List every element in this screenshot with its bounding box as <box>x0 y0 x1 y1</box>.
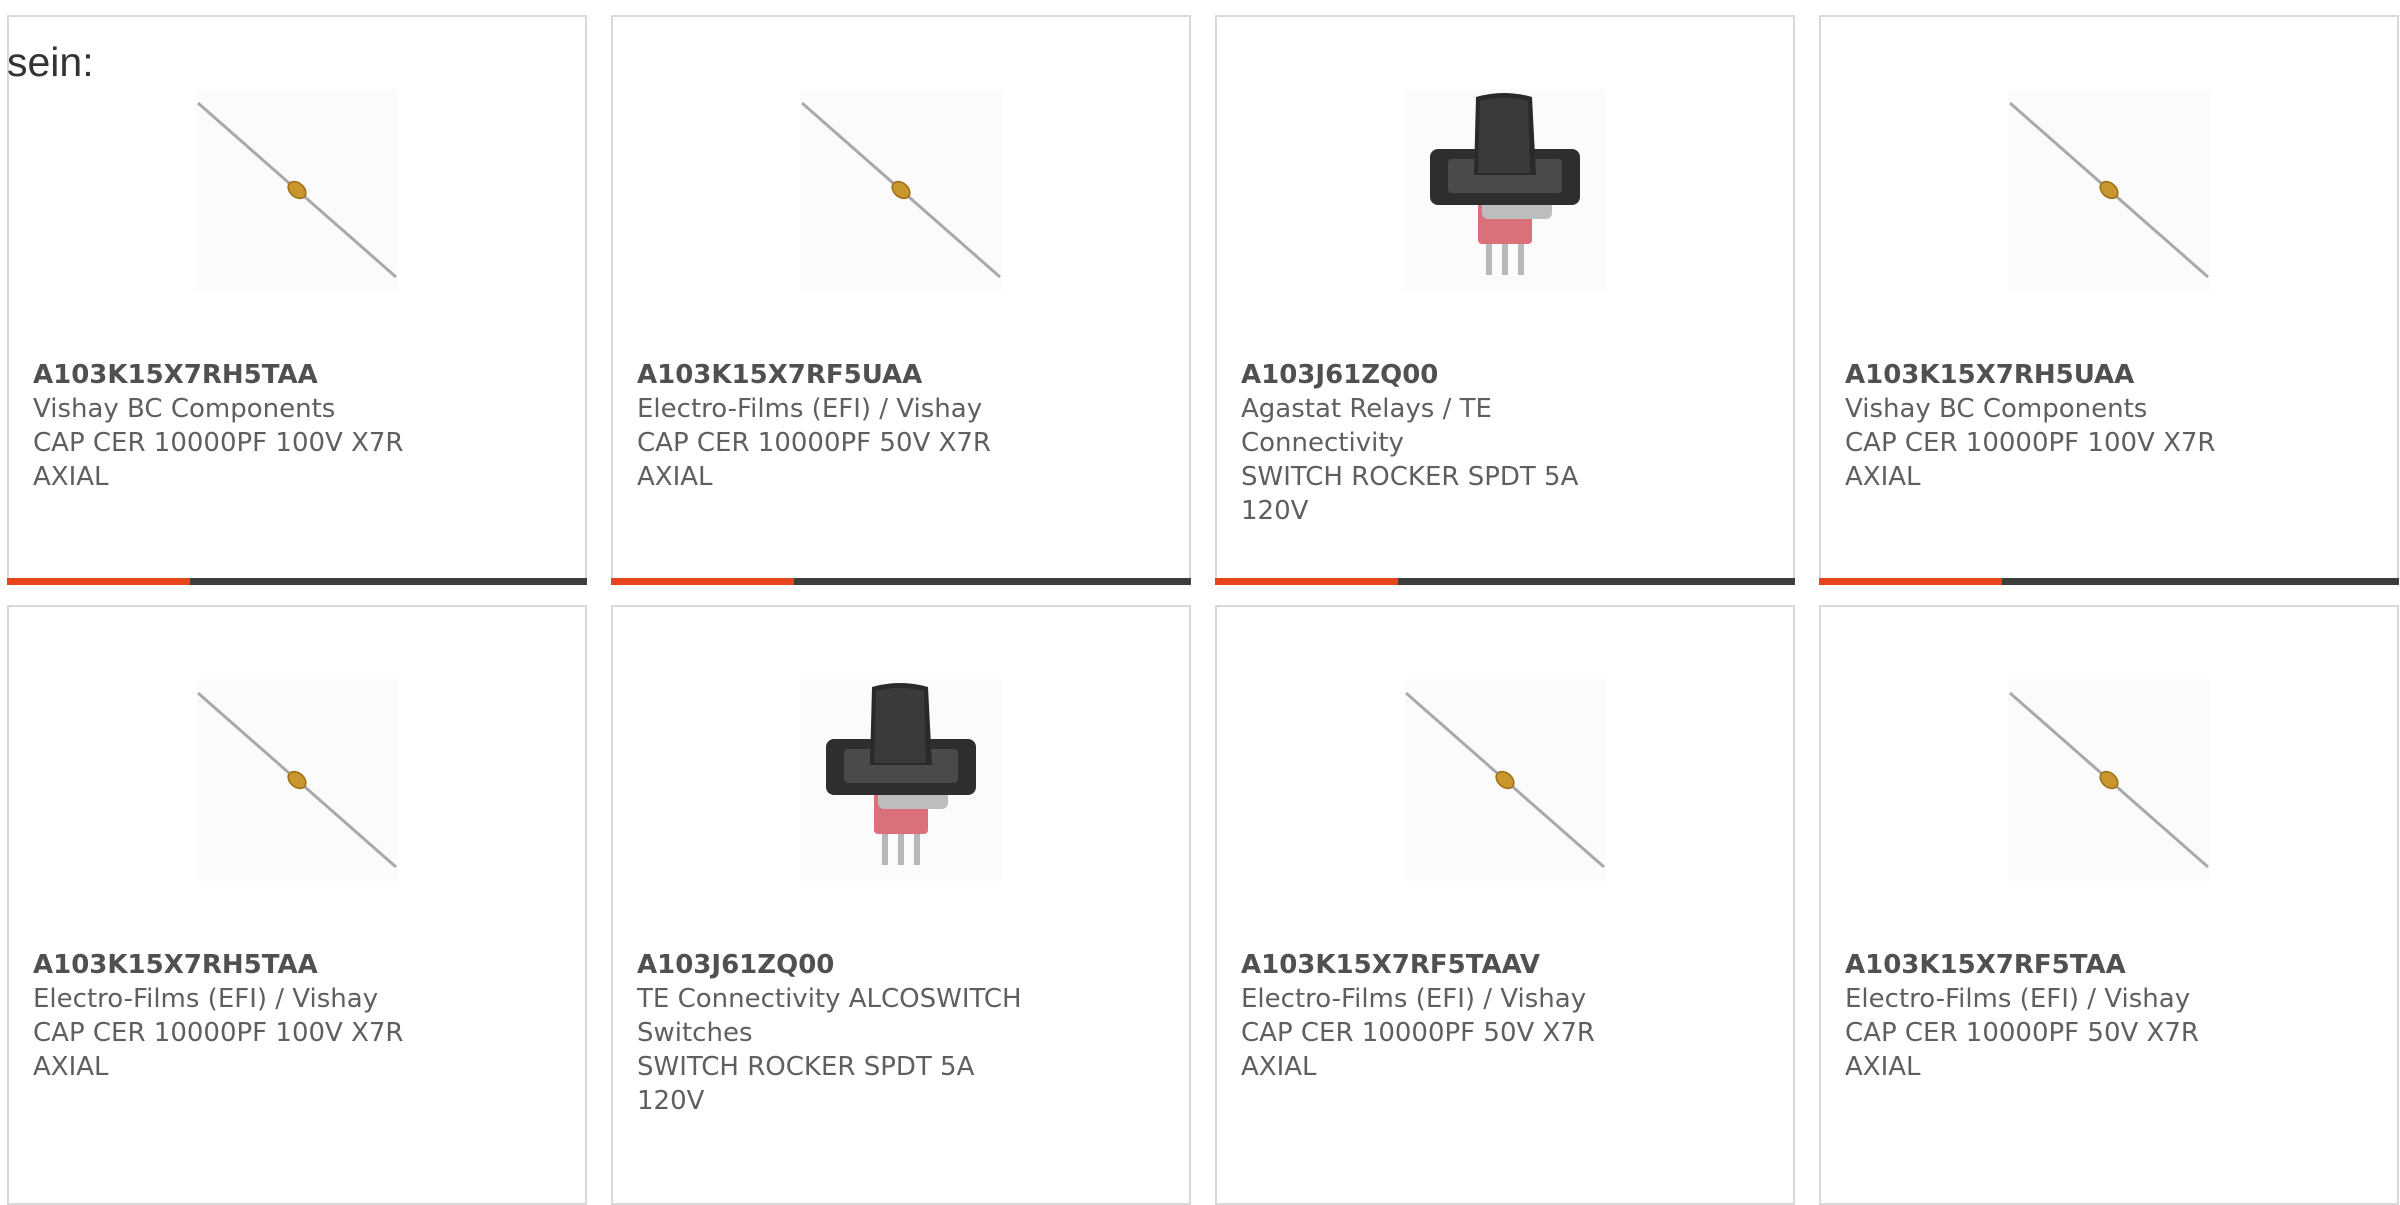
part-number-link[interactable]: A103K15X7RF5TAAV <box>1241 948 1641 982</box>
card-footer-bar <box>611 578 1191 585</box>
card-accent-bar <box>7 578 190 585</box>
manufacturer-label: TE Connectivity ALCOSWITCH <box>637 984 1022 1014</box>
card-accent-bar <box>1819 578 2002 585</box>
description-line: AXIAL <box>1845 462 1921 492</box>
product-card[interactable]: A103K15X7RH5TAA Vishay BC Components CAP… <box>7 15 587 585</box>
description-line: AXIAL <box>33 1052 109 1082</box>
part-number-link[interactable]: A103K15X7RF5UAA <box>637 358 1037 392</box>
manufacturer-label: Vishay BC Components <box>1845 394 2148 424</box>
capacitor-axial-image[interactable] <box>1404 679 1606 881</box>
card-accent-bar <box>611 578 794 585</box>
product-info: A103K15X7RF5UAA Electro-Films (EFI) / Vi… <box>637 358 1037 494</box>
product-card[interactable]: A103J61ZQ00 TE Connectivity ALCOSWITCH S… <box>611 605 1191 1205</box>
card-accent-bar <box>1215 578 1398 585</box>
product-info: A103J61ZQ00 Agastat Relays / TE Connecti… <box>1241 358 1641 528</box>
capacitor-axial-image[interactable] <box>800 89 1002 291</box>
manufacturer-label: Electro-Films (EFI) / Vishay <box>637 394 983 424</box>
description-line: CAP CER 10000PF 50V X7R AXIAL <box>637 428 991 492</box>
card-footer-bar <box>7 578 587 585</box>
product-card[interactable]: A103K15X7RF5TAAV Electro-Films (EFI) / V… <box>1215 605 1795 1205</box>
description-line: Switches <box>637 1018 753 1048</box>
product-info: A103K15X7RH5TAA Electro-Films (EFI) / Vi… <box>33 948 433 1084</box>
description-line: CAP CER 10000PF 100V X7R <box>33 1018 404 1048</box>
product-info: A103K15X7RF5TAAV Electro-Films (EFI) / V… <box>1241 948 1641 1084</box>
rocker-switch-image[interactable] <box>800 679 1002 881</box>
description-line: AXIAL <box>33 462 109 492</box>
manufacturer-label: Vishay BC Components <box>33 394 336 424</box>
capacitor-axial-image[interactable] <box>196 679 398 881</box>
part-number-link[interactable]: A103K15X7RF5TAA <box>1845 948 2245 982</box>
product-info: A103K15X7RF5TAA Electro-Films (EFI) / Vi… <box>1845 948 2245 1084</box>
part-number-link[interactable]: A103J61ZQ00 <box>1241 358 1641 392</box>
description-line: CAP CER 10000PF 100V X7R <box>33 428 404 458</box>
intro-text: sein: <box>7 39 94 85</box>
product-info: A103K15X7RH5TAA Vishay BC Components CAP… <box>33 358 433 494</box>
product-info: A103K15X7RH5UAA Vishay BC Components CAP… <box>1845 358 2245 494</box>
part-number-link[interactable]: A103K15X7RH5TAA <box>33 948 433 982</box>
part-number-link[interactable]: A103K15X7RH5TAA <box>33 358 433 392</box>
part-number-link[interactable]: A103K15X7RH5UAA <box>1845 358 2245 392</box>
part-number-link[interactable]: A103J61ZQ00 <box>637 948 1037 982</box>
product-card[interactable]: A103K15X7RF5UAA Electro-Films (EFI) / Vi… <box>611 15 1191 585</box>
product-info: A103J61ZQ00 TE Connectivity ALCOSWITCH S… <box>637 948 1037 1118</box>
description-line: CAP CER 10000PF 50V X7R AXIAL <box>1845 1018 2199 1082</box>
manufacturer-label: Electro-Films (EFI) / Vishay <box>1845 984 2191 1014</box>
description-line: CAP CER 10000PF 50V X7R AXIAL <box>1241 1018 1595 1082</box>
product-card[interactable]: A103J61ZQ00 Agastat Relays / TE Connecti… <box>1215 15 1795 585</box>
capacitor-axial-image[interactable] <box>196 89 398 291</box>
product-card[interactable]: A103K15X7RF5TAA Electro-Films (EFI) / Vi… <box>1819 605 2399 1205</box>
capacitor-axial-image[interactable] <box>2008 679 2210 881</box>
description-line: SWITCH ROCKER SPDT 5A 120V <box>637 1052 975 1116</box>
description-line: SWITCH ROCKER SPDT 5A 120V <box>1241 462 1579 526</box>
product-card[interactable]: A103K15X7RH5UAA Vishay BC Components CAP… <box>1819 15 2399 585</box>
manufacturer-label: Electro-Films (EFI) / Vishay <box>33 984 379 1014</box>
manufacturer-label: Agastat Relays / TE Connectivity <box>1241 394 1492 458</box>
card-footer-bar <box>1819 578 2399 585</box>
description-line: CAP CER 10000PF 100V X7R <box>1845 428 2216 458</box>
capacitor-axial-image[interactable] <box>2008 89 2210 291</box>
rocker-switch-image[interactable] <box>1404 89 1606 291</box>
product-card[interactable]: A103K15X7RH5TAA Electro-Films (EFI) / Vi… <box>7 605 587 1205</box>
manufacturer-label: Electro-Films (EFI) / Vishay <box>1241 984 1587 1014</box>
card-footer-bar <box>1215 578 1795 585</box>
